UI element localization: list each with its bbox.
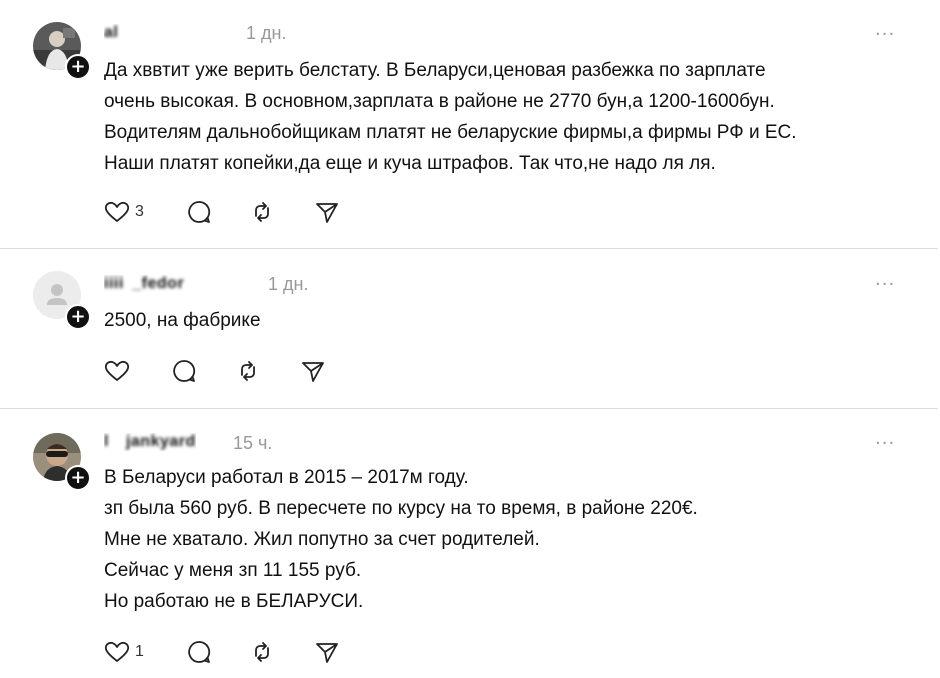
- heart-icon: [104, 360, 130, 381]
- comment-button[interactable]: [186, 638, 212, 666]
- post-text: Да хввтит уже верить белстату. В Беларус…: [104, 60, 797, 174]
- like-button[interactable]: 3: [104, 198, 144, 226]
- repost-button[interactable]: [235, 357, 261, 385]
- repost-icon: [255, 642, 269, 662]
- more-icon[interactable]: ···: [875, 26, 895, 44]
- timestamp[interactable]: 15 ч.: [233, 433, 272, 454]
- post: + al 1 дн. ··· Да хввтит уже верить белс…: [0, 0, 940, 248]
- comment-icon: [173, 360, 196, 382]
- comment-button[interactable]: [186, 198, 212, 226]
- like-count: 3: [135, 203, 144, 220]
- post: + l jankyard 15 ч. ··· В Беларуси работа…: [0, 409, 940, 678]
- comment-icon: [188, 201, 211, 223]
- post-text: 2500, на фабрике: [104, 310, 261, 331]
- post: + iiii _fedor 1 дн. ··· 2500, на фабрике: [0, 249, 940, 408]
- repost-button[interactable]: [249, 638, 275, 666]
- comment-icon: [188, 641, 211, 663]
- more-icon[interactable]: ···: [875, 435, 895, 453]
- username[interactable]: al: [104, 24, 174, 42]
- share-button[interactable]: [314, 198, 340, 226]
- like-button[interactable]: [104, 357, 135, 385]
- share-icon: [316, 643, 338, 663]
- heart-icon: [104, 641, 130, 662]
- timestamp[interactable]: 1 дн.: [268, 274, 308, 295]
- like-button[interactable]: 1: [104, 638, 144, 666]
- follow-plus-icon[interactable]: +: [65, 465, 91, 491]
- like-count: 1: [135, 643, 144, 660]
- comment-button[interactable]: [171, 357, 197, 385]
- timestamp[interactable]: 1 дн.: [246, 23, 286, 44]
- heart-icon: [104, 201, 130, 222]
- follow-plus-icon[interactable]: +: [65, 54, 91, 80]
- share-button[interactable]: [314, 638, 340, 666]
- repost-icon: [241, 361, 255, 381]
- follow-plus-icon[interactable]: +: [65, 304, 91, 330]
- share-button[interactable]: [300, 357, 326, 385]
- repost-icon: [255, 202, 269, 222]
- share-icon: [316, 203, 338, 223]
- share-icon: [302, 362, 324, 382]
- post-text: В Беларуси работал в 2015 – 2017м году. …: [104, 467, 698, 612]
- repost-button[interactable]: [249, 198, 275, 226]
- more-icon[interactable]: ···: [875, 276, 895, 294]
- username[interactable]: iiii _fedor: [104, 275, 201, 293]
- username[interactable]: l jankyard: [104, 433, 196, 451]
